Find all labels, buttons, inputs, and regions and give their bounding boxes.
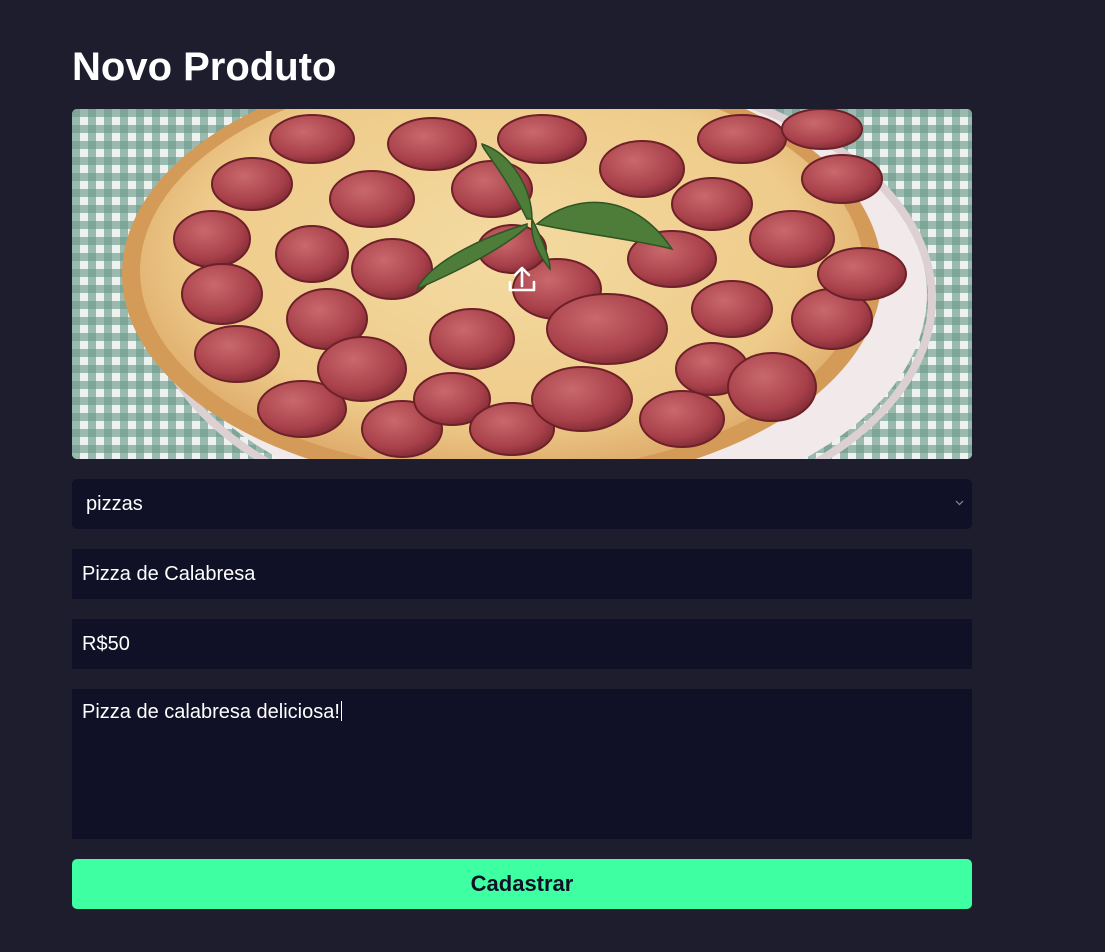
page-title: Novo Produto [72,45,337,89]
product-description-textarea[interactable]: Pizza de calabresa deliciosa! [72,689,972,839]
product-description-text: Pizza de calabresa deliciosa! [82,701,340,723]
product-name-input[interactable] [72,549,972,599]
product-image-upload[interactable] [72,109,972,459]
submit-button[interactable]: Cadastrar [72,859,972,909]
chevron-down-icon [955,500,964,506]
upload-icon [508,266,536,292]
category-select[interactable]: pizzas [72,479,972,529]
category-selected-value: pizzas [86,492,143,515]
text-cursor [340,701,342,721]
product-price-input[interactable] [72,619,972,669]
